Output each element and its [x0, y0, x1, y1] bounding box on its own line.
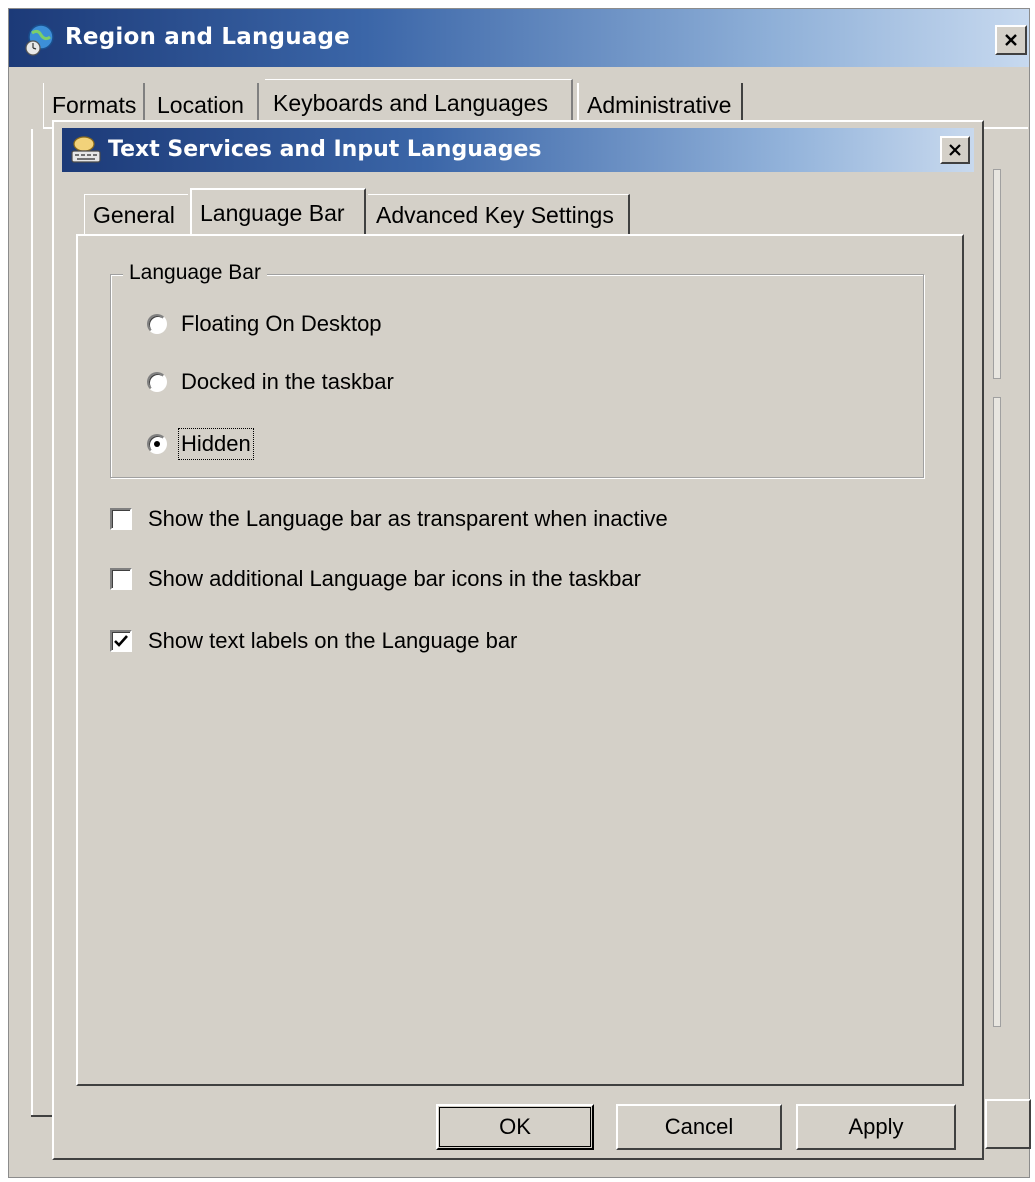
- tab-label: Formats: [52, 91, 137, 118]
- dialog-title: Text Services and Input Languages: [108, 137, 542, 162]
- close-icon: [1005, 34, 1017, 46]
- tab-language-bar[interactable]: Language Bar: [190, 188, 366, 236]
- tab-label: Language Bar: [200, 199, 345, 226]
- dialog-title-bar[interactable]: Text Services and Input Languages: [62, 128, 974, 172]
- text-services-dialog: Text Services and Input Languages Genera…: [52, 120, 984, 1160]
- close-icon: [949, 144, 961, 156]
- radio-label: Hidden: [178, 428, 254, 460]
- checkbox-show-text-labels[interactable]: Show text labels on the Language bar: [110, 628, 517, 654]
- language-bar-tab-panel: Language Bar Floating On Desktop Docked …: [76, 234, 964, 1086]
- region-globe-icon: [25, 24, 54, 56]
- tab-advanced-key-settings[interactable]: Advanced Key Settings: [368, 194, 630, 236]
- checkbox-label: Show text labels on the Language bar: [148, 628, 518, 653]
- radio-label: Floating On Desktop: [181, 311, 382, 336]
- tab-label: General: [93, 202, 175, 228]
- radio-docked-in-taskbar[interactable]: Docked in the taskbar: [147, 369, 394, 395]
- language-bar-group: Language Bar Floating On Desktop Docked …: [110, 261, 924, 478]
- checkbox[interactable]: [110, 508, 132, 530]
- radio-label: Docked in the taskbar: [181, 369, 394, 394]
- ok-button[interactable]: OK: [436, 1104, 594, 1150]
- checkbox-transparent-when-inactive[interactable]: Show the Language bar as transparent whe…: [110, 506, 668, 532]
- tab-label: Advanced Key Settings: [376, 202, 614, 228]
- outer-close-button[interactable]: [995, 25, 1027, 55]
- checkbox-additional-icons[interactable]: Show additional Language bar icons in th…: [110, 566, 641, 592]
- checkbox-label: Show additional Language bar icons in th…: [148, 566, 641, 591]
- tab-general[interactable]: General: [84, 194, 188, 236]
- group-label: Language Bar: [123, 261, 267, 285]
- outer-title-bar[interactable]: Region and Language: [9, 9, 1029, 67]
- radio-floating-on-desktop[interactable]: Floating On Desktop: [147, 311, 382, 337]
- dialog-close-button[interactable]: [940, 136, 970, 164]
- radio-button-selected[interactable]: [147, 434, 167, 454]
- outer-panel-list-edge: [993, 397, 1001, 1027]
- outer-panel-list-edge: [993, 169, 1001, 379]
- keyboard-language-icon: [71, 136, 101, 163]
- outer-panel-border: [31, 129, 33, 1117]
- checkbox[interactable]: [110, 568, 132, 590]
- tab-label: Keyboards and Languages: [273, 90, 548, 116]
- checkmark-icon: [114, 635, 128, 647]
- checkbox-checked[interactable]: [110, 630, 132, 652]
- radio-button[interactable]: [147, 372, 167, 392]
- checkbox-label: Show the Language bar as transparent whe…: [148, 506, 668, 531]
- radio-button[interactable]: [147, 314, 167, 334]
- cancel-button[interactable]: Cancel: [616, 1104, 782, 1150]
- apply-button[interactable]: Apply: [796, 1104, 956, 1150]
- tab-label: Location: [157, 91, 244, 118]
- tab-label: Administrative: [587, 91, 732, 118]
- radio-hidden[interactable]: Hidden: [147, 428, 254, 460]
- outer-button-edge: [985, 1099, 1031, 1149]
- outer-window-title: Region and Language: [65, 24, 350, 50]
